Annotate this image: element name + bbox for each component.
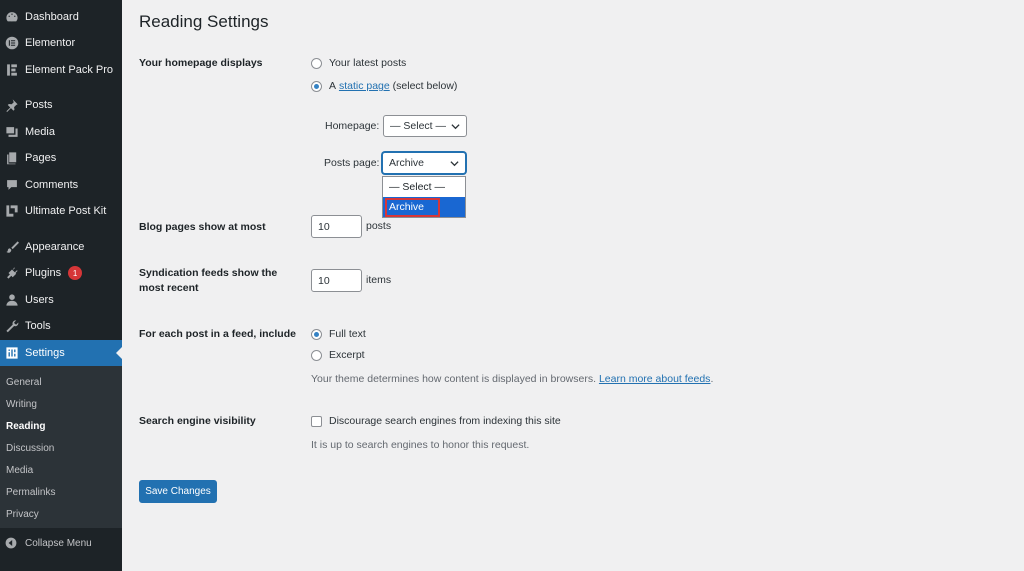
admin-sidebar: Dashboard Elementor Element Pack Pro Pos… — [0, 0, 122, 571]
latest-posts-label: Your latest posts — [329, 57, 407, 69]
submenu-media[interactable]: Media — [6, 465, 33, 476]
syndication-input[interactable]: 10 — [311, 269, 362, 292]
collapse-arrow-icon — [5, 537, 17, 549]
blog-pages-unit: posts — [366, 220, 392, 232]
discourage-search-label: Discourage search engines from indexing … — [329, 415, 561, 427]
full-text-option: Full text — [311, 328, 366, 340]
comments-icon — [5, 178, 19, 192]
syndication-label-line1: Syndication feeds show the — [139, 267, 278, 279]
feed-include-label: For each post in a feed, include — [139, 328, 296, 340]
wrench-icon — [5, 319, 19, 333]
sidebar-item-label: Tools — [25, 320, 51, 332]
posts-page-dropdown-list: — Select — Archive — [382, 176, 466, 218]
homepage-select-label: Homepage: — [325, 120, 380, 132]
feed-description-text: Your theme determines how content is dis… — [311, 373, 597, 385]
static-page-radio[interactable] — [311, 80, 322, 92]
main-content: Reading Settings Your homepage displays … — [122, 0, 1024, 571]
highlight-outline — [385, 198, 440, 217]
static-page-link[interactable]: static page — [339, 80, 390, 92]
full-text-radio[interactable] — [311, 328, 322, 340]
sidebar-item-label: Element Pack Pro — [25, 64, 114, 76]
excerpt-option: Excerpt — [311, 349, 365, 361]
submenu-writing[interactable]: Writing — [6, 399, 37, 410]
learn-more-feeds-link[interactable]: Learn more about feeds — [599, 373, 711, 385]
dashboard-icon — [5, 10, 19, 24]
excerpt-radio[interactable] — [311, 349, 322, 361]
plugin-icon — [5, 266, 19, 280]
blog-pages-input[interactable]: 10 — [311, 215, 362, 238]
pin-icon — [5, 98, 19, 112]
search-visibility-label: Search engine visibility — [139, 415, 256, 427]
sidebar-item-ultimate-post-kit[interactable]: Ultimate Post Kit — [0, 198, 122, 224]
sidebar-item-elementor[interactable]: Elementor — [0, 30, 122, 56]
elementor-icon — [5, 36, 19, 50]
sidebar-item-label: Pages — [25, 152, 57, 164]
discourage-search-option: Discourage search engines from indexing … — [311, 415, 561, 427]
submenu-privacy[interactable]: Privacy — [6, 509, 39, 520]
homepage-select-value: — Select — — [390, 120, 447, 132]
posts-page-select-value: Archive — [389, 157, 425, 169]
dropdown-option-archive[interactable]: Archive — [383, 197, 465, 217]
dropdown-option-select[interactable]: — Select — — [383, 177, 465, 197]
page-title: Reading Settings — [139, 12, 269, 31]
sidebar-item-label: Ultimate Post Kit — [25, 205, 107, 217]
sidebar-item-label: Media — [25, 126, 55, 138]
pages-icon — [5, 151, 19, 165]
latest-posts-option: Your latest posts — [311, 57, 406, 69]
sidebar-item-label: Elementor — [25, 37, 76, 49]
post-kit-icon — [5, 204, 19, 218]
posts-page-select-label: Posts page: — [324, 157, 380, 169]
media-icon — [5, 125, 19, 139]
blog-pages-label: Blog pages show at most — [139, 221, 266, 233]
sidebar-item-comments[interactable]: Comments — [0, 172, 122, 198]
submenu-permalinks[interactable]: Permalinks — [6, 487, 55, 498]
static-page-suffix: (select below) — [392, 80, 458, 92]
sidebar-item-label: Posts — [25, 99, 53, 111]
sidebar-item-media[interactable]: Media — [0, 119, 122, 145]
static-page-prefix: A — [329, 80, 337, 92]
posts-page-select[interactable]: Archive — [382, 152, 466, 174]
sidebar-item-label: Users — [25, 294, 54, 306]
plugins-update-badge: 1 — [68, 266, 83, 280]
discourage-search-checkbox[interactable] — [311, 415, 322, 427]
excerpt-label: Excerpt — [329, 349, 365, 361]
sidebar-item-label: Dashboard — [25, 11, 79, 23]
sidebar-item-users[interactable]: Users — [0, 287, 122, 313]
sidebar-item-label: Plugins — [25, 267, 62, 279]
sidebar-item-settings[interactable]: Settings — [0, 340, 122, 366]
collapse-menu-button[interactable]: Collapse Menu — [0, 533, 122, 553]
sidebar-item-plugins[interactable]: Plugins 1 — [0, 260, 122, 286]
homepage-select[interactable]: — Select — — [383, 115, 467, 137]
users-icon — [5, 293, 19, 307]
collapse-menu-label: Collapse Menu — [25, 537, 92, 549]
homepage-displays-label: Your homepage displays — [139, 57, 263, 69]
save-changes-button[interactable]: Save Changes — [139, 480, 217, 503]
syndication-unit: items — [366, 274, 392, 286]
sidebar-item-label: Appearance — [25, 241, 85, 253]
sidebar-item-label: Comments — [25, 179, 79, 191]
sidebar-item-dashboard[interactable]: Dashboard — [0, 4, 122, 30]
sidebar-item-tools[interactable]: Tools — [0, 313, 122, 339]
syndication-label-line2: most recent — [139, 282, 199, 294]
sidebar-item-pages[interactable]: Pages — [0, 145, 122, 171]
feed-description: Your theme determines how content is dis… — [311, 373, 713, 385]
search-visibility-description: It is up to search engines to honor this… — [311, 439, 530, 451]
latest-posts-radio[interactable] — [311, 57, 322, 69]
submenu-general[interactable]: General — [6, 377, 42, 388]
sidebar-item-label: Settings — [25, 347, 65, 359]
chevron-down-icon — [450, 161, 459, 167]
chevron-down-icon — [451, 124, 460, 130]
submenu-discussion[interactable]: Discussion — [6, 443, 54, 454]
element-pack-icon — [5, 63, 19, 77]
submenu-reading[interactable]: Reading — [6, 421, 45, 432]
settings-icon — [5, 346, 19, 360]
sidebar-item-posts[interactable]: Posts — [0, 92, 122, 118]
sidebar-item-element-pack-pro[interactable]: Element Pack Pro — [0, 57, 122, 83]
settings-submenu: General Writing Reading Discussion Media… — [0, 366, 122, 528]
brush-icon — [5, 240, 19, 254]
static-page-option: A static page (select below) — [311, 80, 457, 92]
feed-description-suffix: . — [710, 373, 714, 385]
sidebar-item-appearance[interactable]: Appearance — [0, 234, 122, 260]
full-text-label: Full text — [329, 328, 366, 340]
